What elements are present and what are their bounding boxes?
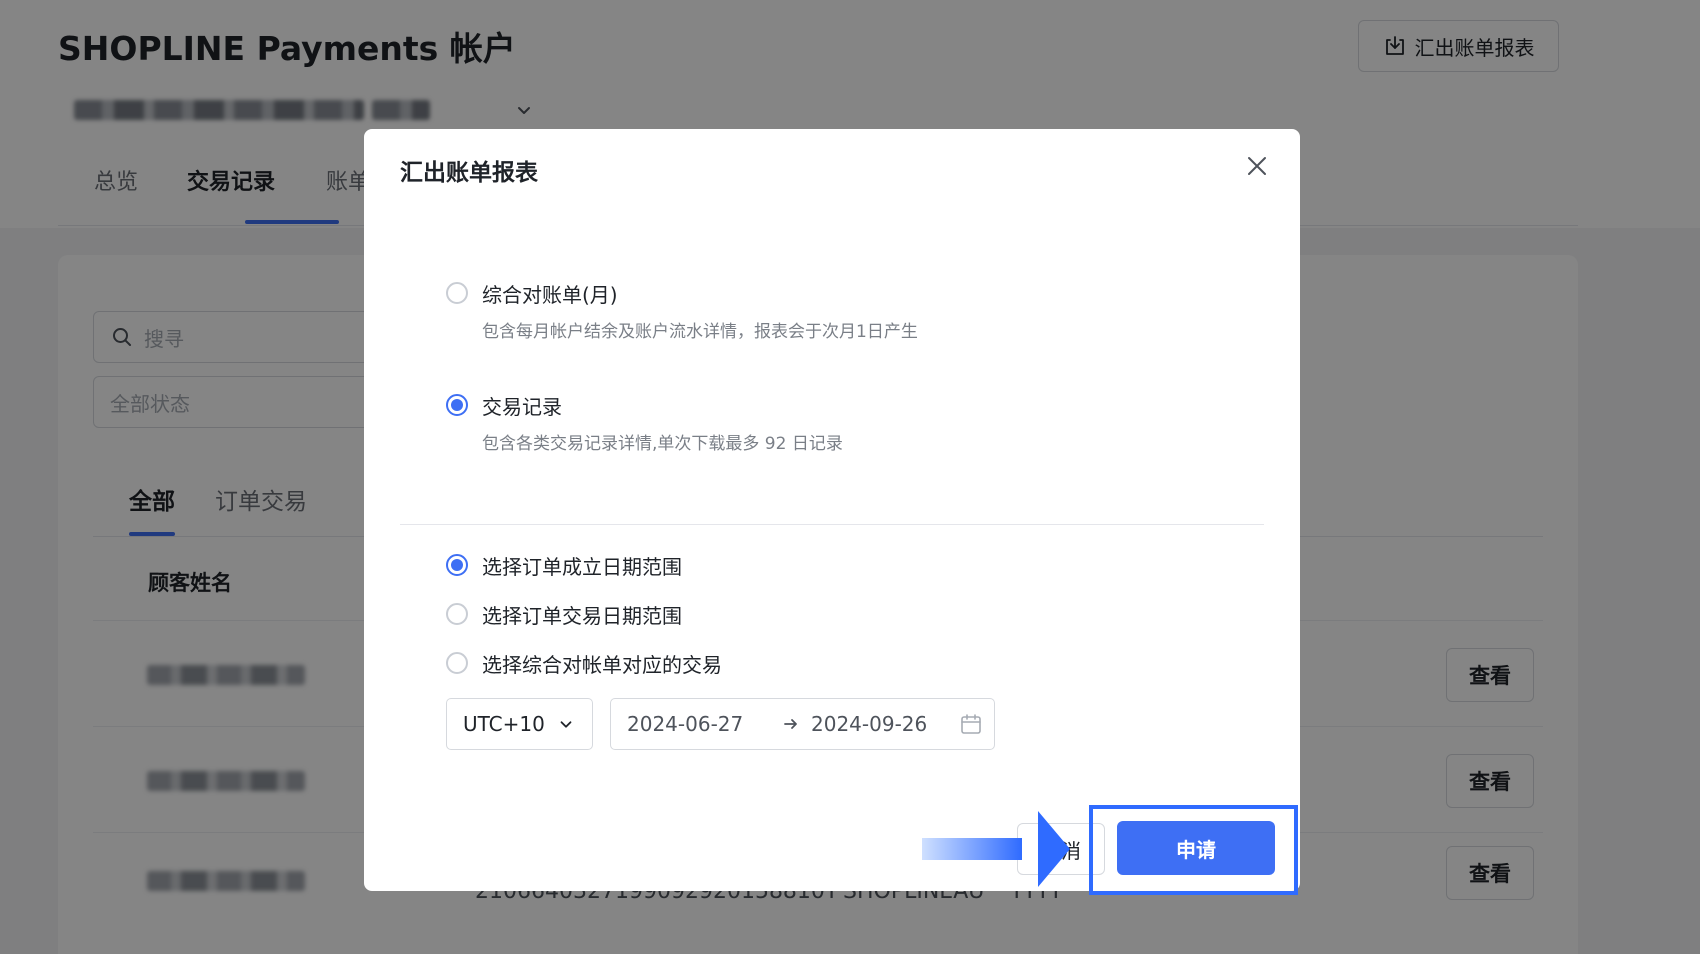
highlight-box bbox=[1089, 805, 1298, 895]
pointer-arrow-icon bbox=[920, 811, 1070, 887]
calendar-icon bbox=[961, 714, 981, 734]
close-button[interactable] bbox=[1242, 151, 1272, 181]
timezone-value: UTC+10 bbox=[463, 712, 545, 736]
close-icon bbox=[1248, 157, 1266, 175]
date-end[interactable]: 2024-09-26 bbox=[811, 712, 927, 736]
monthly-statement-label[interactable]: 综合对账单(月) bbox=[482, 279, 618, 308]
timezone-select[interactable]: UTC+10 bbox=[446, 698, 593, 750]
export-statement-dialog: 汇出账单报表 综合对账单(月) 包含每月帐户结余及账户流水详情，报表会于次月1日… bbox=[364, 129, 1300, 891]
statement-transactions-label[interactable]: 选择综合对帐单对应的交易 bbox=[482, 649, 722, 678]
radio-order-created-date[interactable] bbox=[446, 554, 468, 576]
radio-order-transaction-date[interactable] bbox=[446, 603, 468, 625]
transaction-records-description: 包含各类交易记录详情,单次下载最多 92 日记录 bbox=[482, 434, 843, 454]
monthly-statement-description: 包含每月帐户结余及账户流水详情，报表会于次月1日产生 bbox=[482, 322, 918, 342]
date-start[interactable]: 2024-06-27 bbox=[627, 712, 743, 736]
arrow-right-icon bbox=[784, 719, 797, 729]
date-range-picker[interactable]: 2024-06-27 2024-09-26 bbox=[610, 698, 995, 750]
radio-transaction-records[interactable] bbox=[446, 394, 468, 416]
dialog-title: 汇出账单报表 bbox=[400, 160, 538, 186]
radio-monthly-statement[interactable] bbox=[446, 282, 468, 304]
order-created-date-label[interactable]: 选择订单成立日期范围 bbox=[482, 551, 682, 580]
radio-statement-transactions[interactable] bbox=[446, 652, 468, 674]
section-divider bbox=[400, 524, 1264, 525]
order-transaction-date-label[interactable]: 选择订单交易日期范围 bbox=[482, 600, 682, 629]
transaction-records-label[interactable]: 交易记录 bbox=[482, 391, 562, 420]
chevron-down-icon bbox=[560, 721, 572, 728]
